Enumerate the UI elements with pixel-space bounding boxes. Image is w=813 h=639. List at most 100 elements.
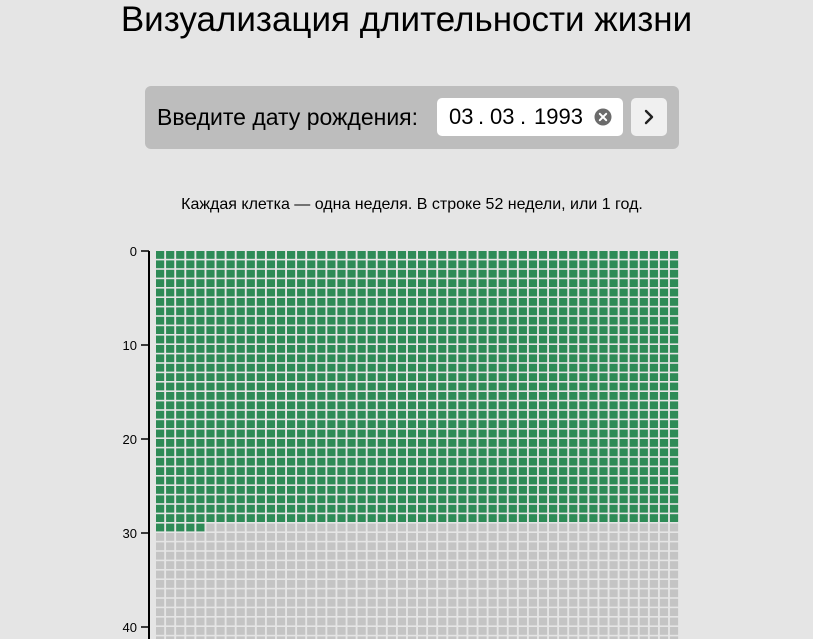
week-cell-lived: [256, 392, 265, 400]
week-cell-remaining: [226, 551, 235, 560]
week-cell-lived: [528, 429, 538, 438]
week-cell-lived: [609, 326, 618, 334]
week-cell-lived: [518, 495, 527, 504]
week-cell-lived: [387, 316, 396, 325]
week-cell-lived: [377, 429, 386, 438]
week-cell-remaining: [438, 580, 447, 588]
week-cell-remaining: [397, 561, 407, 569]
y-tick-label: 30: [123, 526, 137, 541]
week-cell-lived: [488, 467, 497, 475]
week-cell-lived: [377, 495, 386, 504]
week-cell-remaining: [397, 580, 407, 588]
week-cell-lived: [659, 279, 669, 287]
week-cell-lived: [176, 392, 185, 400]
week-cell-remaining: [357, 523, 366, 532]
week-cell-lived: [166, 373, 175, 381]
week-cell-lived: [649, 354, 658, 363]
week-cell-lived: [327, 316, 336, 325]
week-cell-lived: [428, 269, 437, 278]
week-cell-lived: [438, 307, 447, 316]
week-cell-lived: [236, 279, 245, 287]
week-cell-lived: [579, 439, 588, 447]
week-cell-lived: [589, 373, 598, 381]
week-cell-remaining: [498, 617, 507, 626]
week-cell-lived: [206, 429, 215, 438]
week-cell-lived: [186, 382, 195, 391]
week-cell-lived: [669, 504, 679, 513]
week-cell-lived: [216, 326, 225, 334]
week-cell-lived: [377, 392, 386, 400]
week-cell-lived: [609, 420, 618, 428]
week-cell-lived: [609, 373, 618, 381]
week-cell-lived: [256, 382, 265, 391]
week-cell-lived: [438, 363, 447, 372]
week-cell-lived: [498, 429, 507, 438]
week-cell-lived: [297, 429, 306, 438]
week-cell-lived: [589, 495, 598, 504]
week-cell-lived: [438, 439, 447, 447]
y-tick-label: 0: [130, 244, 137, 259]
week-cell-lived: [317, 457, 326, 466]
week-cell-lived: [468, 476, 477, 485]
week-cell-remaining: [226, 598, 235, 607]
week-cell-remaining: [589, 551, 598, 560]
week-cell-lived: [186, 354, 195, 363]
week-cell-remaining: [478, 627, 487, 635]
week-cell-lived: [649, 279, 658, 287]
week-cell-lived: [407, 495, 417, 504]
week-cell-lived: [256, 326, 265, 334]
week-cell-lived: [538, 410, 548, 419]
week-cell-lived: [186, 279, 195, 287]
week-cell-lived: [619, 298, 628, 306]
week-cell-lived: [377, 260, 386, 269]
week-cell-remaining: [619, 570, 628, 579]
week-cell-lived: [367, 307, 376, 316]
week-cell-lived: [468, 495, 477, 504]
week-cell-lived: [458, 316, 467, 325]
week-cell-lived: [428, 448, 437, 457]
week-cell-lived: [367, 354, 376, 363]
week-cell-lived: [256, 457, 265, 466]
week-cell-remaining: [377, 608, 386, 616]
week-cell-remaining: [518, 580, 527, 588]
week-cell-remaining: [327, 598, 336, 607]
week-cell-lived: [287, 298, 296, 306]
week-cell-lived: [669, 382, 679, 391]
week-cell-lived: [377, 439, 386, 447]
week-cell-lived: [508, 457, 517, 466]
week-cell-lived: [619, 410, 628, 419]
week-cell-lived: [589, 504, 598, 513]
week-cell-lived: [438, 410, 447, 419]
week-cell-remaining: [236, 533, 245, 541]
week-cell-lived: [579, 279, 588, 287]
week-cell-lived: [659, 457, 669, 466]
week-cell-lived: [327, 363, 336, 372]
week-cell-lived: [569, 269, 578, 278]
week-cell-lived: [186, 514, 195, 522]
week-cell-lived: [387, 486, 396, 494]
week-cell-lived: [287, 439, 296, 447]
week-cell-remaining: [639, 570, 648, 579]
week-cell-remaining: [156, 542, 165, 551]
week-cell-lived: [528, 382, 538, 391]
week-cell-remaining: [559, 617, 568, 626]
week-cell-lived: [599, 410, 608, 419]
week-cell-remaining: [569, 570, 578, 579]
week-cell-remaining: [367, 570, 376, 579]
week-cell-remaining: [559, 589, 568, 598]
week-cell-remaining: [599, 533, 608, 541]
week-cell-lived: [599, 392, 608, 400]
week-cell-lived: [478, 363, 487, 372]
week-cell-lived: [498, 476, 507, 485]
week-cell-lived: [468, 467, 477, 475]
week-cell-remaining: [276, 561, 286, 569]
week-cell-remaining: [297, 580, 306, 588]
week-cell-lived: [166, 316, 175, 325]
week-cell-lived: [317, 260, 326, 269]
week-cell-lived: [649, 392, 658, 400]
week-cell-remaining: [216, 589, 225, 598]
week-cell-lived: [518, 486, 527, 494]
week-cell-lived: [236, 495, 245, 504]
week-cell-remaining: [528, 561, 538, 569]
week-cell-lived: [367, 476, 376, 485]
